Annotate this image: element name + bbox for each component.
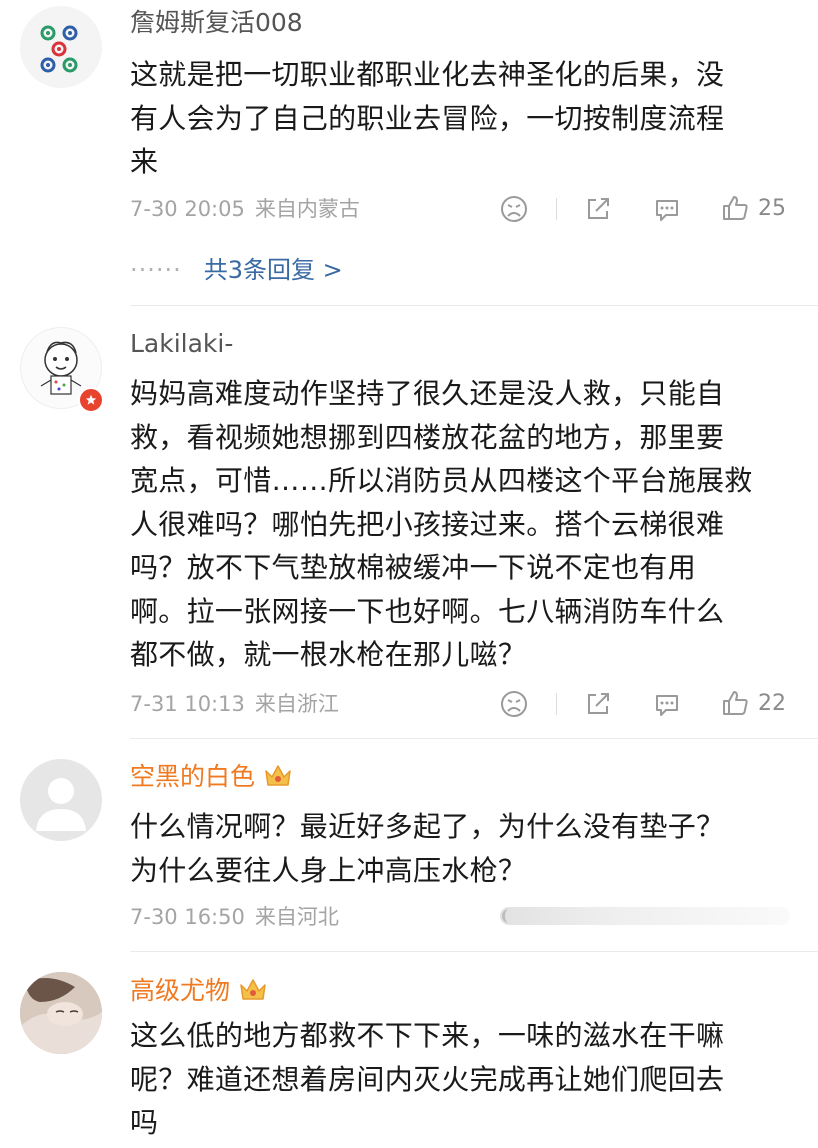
comment-time: 7-31 10:13 [130, 692, 245, 716]
avatar[interactable] [20, 6, 102, 88]
username-text: 高级尤物 [130, 976, 231, 1005]
thumbs-up-icon [723, 691, 748, 715]
comment-location: 来自浙江 [254, 692, 339, 716]
comment-text: 妈妈高难度动作坚持了很久还是没人救，只能自 救，看视频她想挪到四楼放花盆的地方，… [130, 377, 753, 671]
replies-label: 共3条回复 > [203, 256, 343, 284]
comment-text: 这么低的地方都救不下下来，一味的滋水在干嘛 呢？难道还想着房间内灭火完成再让她们… [130, 1019, 725, 1139]
comment-text: 这就是把一切职业都职业化去神圣化的后果，没 有人会为了自己的职业去冒险，一切按制… [130, 58, 725, 178]
dislike-button[interactable] [500, 690, 528, 718]
sad-face-icon [501, 196, 527, 222]
comment-icon [656, 200, 678, 221]
star-icon [85, 394, 97, 405]
thumbs-up-icon [723, 196, 748, 220]
photo-avatar-icon [20, 972, 102, 1054]
username-text: 空黑的白色 [130, 762, 256, 791]
comment-meta: 7-30 20:05 来自内蒙古 [130, 194, 360, 224]
username[interactable]: 詹姆斯复活008 [130, 6, 303, 40]
vip-crown-icon [263, 763, 293, 798]
comment-location: 来自内蒙古 [254, 197, 360, 221]
divider [130, 305, 818, 306]
vip-crown-icon [238, 977, 268, 1012]
like-button[interactable]: 25 [720, 193, 786, 223]
divider [556, 693, 557, 715]
reply-button[interactable] [653, 691, 681, 719]
comment-meta: 7-31 10:13 来自浙江 [130, 689, 339, 719]
avatar[interactable] [20, 759, 102, 841]
reply-button[interactable] [653, 196, 681, 224]
comment-location: 来自河北 [254, 905, 339, 929]
loading-placeholder [500, 907, 790, 925]
avatar[interactable] [20, 972, 102, 1054]
dislike-button[interactable] [500, 195, 528, 223]
sad-face-icon [501, 691, 527, 717]
username[interactable]: 空黑的白色 [130, 760, 293, 798]
share-button[interactable] [584, 690, 612, 718]
share-icon [588, 198, 609, 219]
share-icon [588, 693, 609, 714]
comment-time: 7-30 16:50 [130, 905, 245, 929]
default-gray-avatar-icon [36, 778, 86, 831]
like-count: 22 [758, 690, 786, 716]
divider [130, 738, 818, 739]
like-count: 25 [758, 195, 786, 221]
username[interactable]: 高级尤物 [130, 974, 268, 1012]
comment-time: 7-30 20:05 [130, 197, 245, 221]
like-button[interactable]: 22 [720, 688, 786, 718]
divider [130, 951, 818, 952]
comment-text: 什么情况啊？最近好多起了，为什么没有垫子？ 为什么要往人身上冲高压水枪？ [130, 810, 725, 887]
divider [556, 198, 557, 220]
comment-meta: 7-30 16:50 来自河北 [130, 902, 339, 932]
grid-dots-avatar-icon [40, 25, 78, 73]
replies-dots: ······ [130, 256, 182, 284]
share-button[interactable] [584, 195, 612, 223]
comment-icon [656, 695, 678, 716]
verified-star-badge [78, 387, 104, 413]
view-replies-link[interactable]: ······ 共3条回复 > [130, 250, 343, 285]
username[interactable]: Lakilaki- [130, 327, 233, 361]
